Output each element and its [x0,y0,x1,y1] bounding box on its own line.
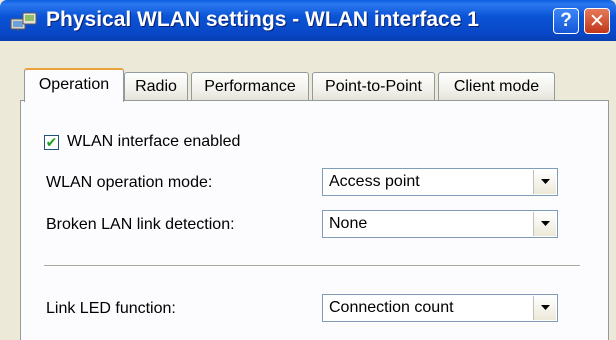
tab-client-mode[interactable]: Client mode [438,72,555,102]
tab-operation[interactable]: Operation [24,68,124,102]
operation-mode-label: WLAN operation mode: [46,174,213,191]
help-icon: ? [560,10,572,31]
chevron-down-icon[interactable] [533,296,556,320]
operation-mode-value: Access point [329,173,420,190]
window-title: Physical WLAN settings - WLAN interface … [46,8,479,31]
chevron-down-icon[interactable] [533,212,556,236]
broken-link-value: None [329,215,368,232]
broken-link-label: Broken LAN link detection: [46,216,235,233]
title-bar[interactable]: Physical WLAN settings - WLAN interface … [0,0,616,41]
tab-radio[interactable]: Radio [124,72,188,102]
link-led-label: Link LED function: [46,300,176,317]
checkmark-icon: ✔ [45,133,58,150]
operation-mode-select[interactable]: Access point [322,168,558,196]
wlan-enabled-row[interactable]: ✔ WLAN interface enabled [44,133,240,151]
network-settings-icon [10,10,38,32]
close-button[interactable]: ✕ [584,8,610,34]
section-divider [44,265,580,267]
dialog-window: Physical WLAN settings - WLAN interface … [0,0,616,340]
tab-performance[interactable]: Performance [191,72,309,102]
tab-strip: Operation Radio Performance Point-to-Poi… [20,64,560,102]
close-icon: ✕ [589,10,605,32]
help-button[interactable]: ? [553,8,579,34]
wlan-enabled-checkbox[interactable]: ✔ [44,133,59,150]
tab-point-to-point[interactable]: Point-to-Point [312,72,435,102]
link-led-value: Connection count [329,299,454,316]
link-led-select[interactable]: Connection count [322,294,558,322]
broken-link-select[interactable]: None [322,210,558,238]
chevron-down-icon[interactable] [533,170,556,194]
wlan-enabled-label[interactable]: WLAN interface enabled [67,133,240,151]
